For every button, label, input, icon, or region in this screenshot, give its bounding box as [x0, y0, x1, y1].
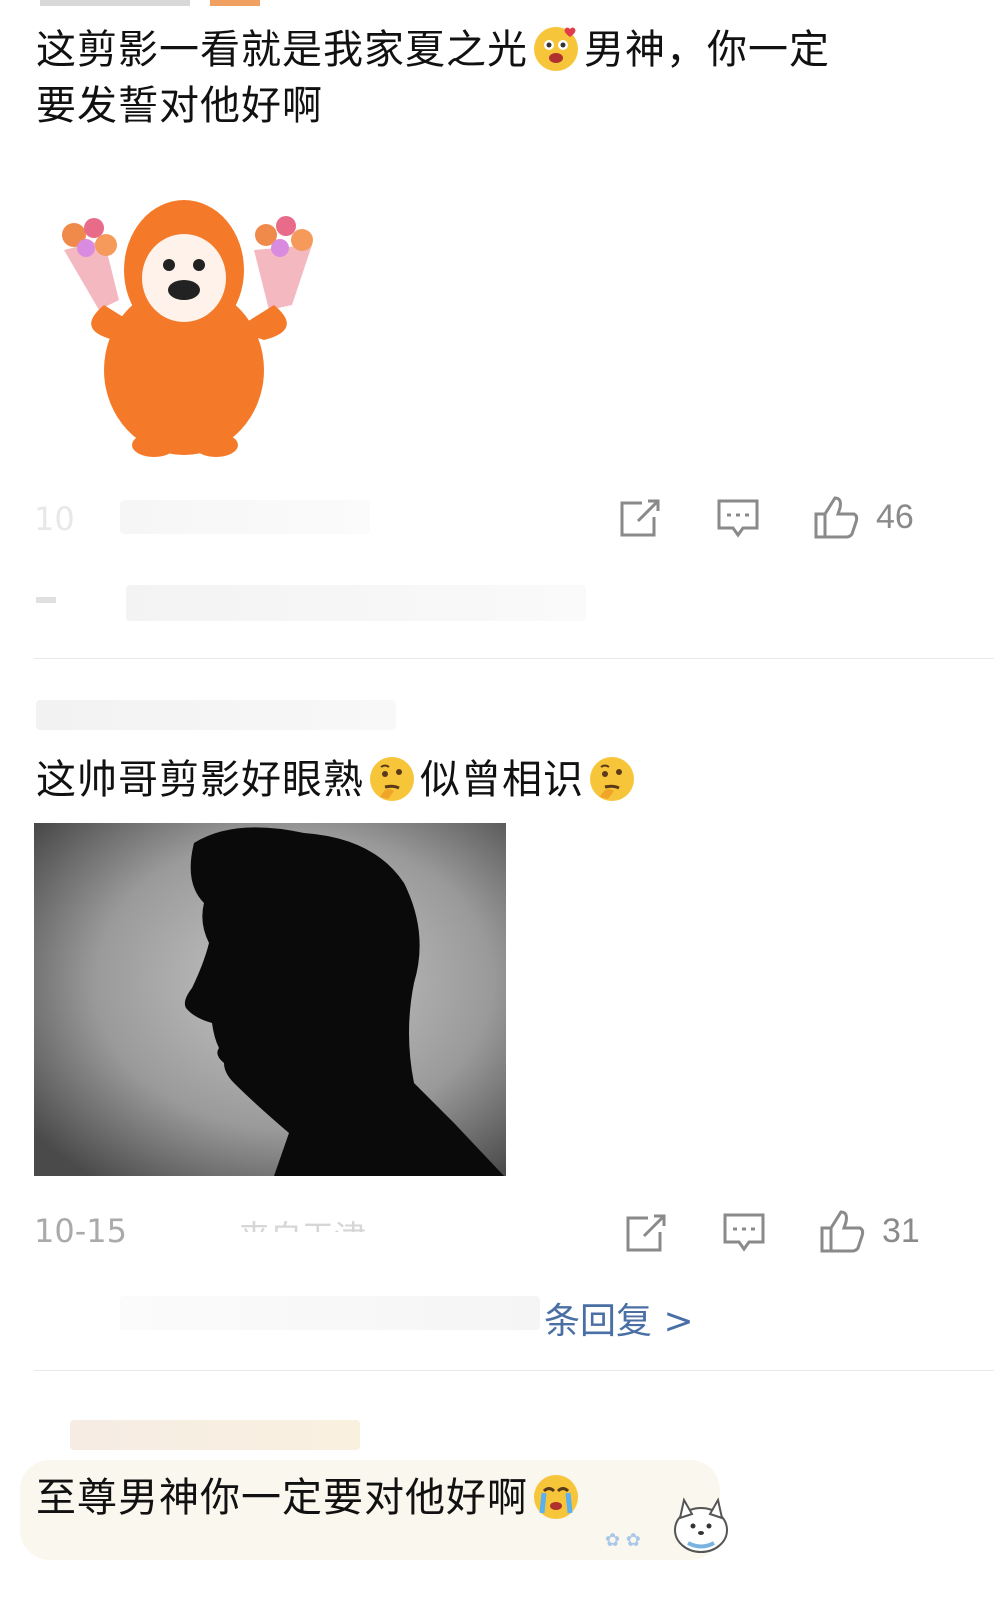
silhouette-image[interactable] — [34, 823, 506, 1176]
crying-face-emoji-icon — [534, 1475, 578, 1519]
comment-1-text-before: 这剪影一看就是我家夏之光 — [36, 27, 528, 73]
comment-1-text-line2: 要发誓对他好啊 — [36, 83, 323, 129]
comment-1-like-count: 46 — [876, 498, 914, 536]
heart-eyes-emoji-icon — [534, 27, 578, 71]
comment-2-reply-link[interactable]: 条回复 > — [544, 1292, 694, 1344]
comment-2-reply-faded — [120, 1296, 540, 1330]
comment-2-text-part1: 这帅哥剪影好眼熟 — [36, 757, 364, 803]
comment-2-date: 10-15 — [34, 1212, 127, 1250]
like-icon-2[interactable] — [818, 1208, 866, 1254]
comment-1-meta-faded — [120, 500, 370, 534]
comment-2-text-part2: 似曾相识 — [420, 757, 584, 803]
comment-1-reply-summary[interactable] — [36, 585, 596, 625]
comment-2-username-faded — [36, 700, 396, 730]
comment-1-text-after: 男神，你一定 — [584, 27, 830, 73]
white-dog-icon — [674, 1497, 728, 1553]
comment-1-meta: 10 — [34, 500, 75, 538]
thinking-face-emoji-icon — [370, 757, 414, 801]
thinking-face-emoji-icon-2 — [590, 757, 634, 801]
comment-2-like-count: 31 — [882, 1212, 920, 1250]
bouquet-left-icon — [62, 218, 119, 310]
comment-1-text: 这剪影一看就是我家夏之光 男神，你一定 要发誓对他好啊 — [36, 22, 936, 134]
top-cut-header — [40, 0, 280, 8]
divider-2 — [34, 1370, 994, 1371]
comment-icon[interactable] — [716, 498, 760, 540]
comment-icon-2[interactable] — [722, 1212, 766, 1254]
share-icon-2[interactable] — [624, 1212, 668, 1254]
bouquet-right-icon — [254, 216, 313, 310]
comment-3-text-main: 至尊男神你一定要对他好啊 — [36, 1475, 528, 1521]
comment-3-username-faded — [70, 1420, 360, 1450]
share-icon[interactable] — [618, 497, 662, 539]
like-icon[interactable] — [812, 494, 860, 540]
flower-decoration-icon: ✿ ✿ — [605, 1530, 641, 1551]
comment-2-location: 来自天津 — [238, 1212, 366, 1232]
comment-2-text: 这帅哥剪影好眼熟 似曾相识 — [36, 752, 936, 808]
divider-1 — [34, 658, 994, 659]
comment-3-text: 至尊男神你一定要对他好啊 — [36, 1470, 736, 1526]
orange-monkey-sticker — [62, 200, 313, 457]
